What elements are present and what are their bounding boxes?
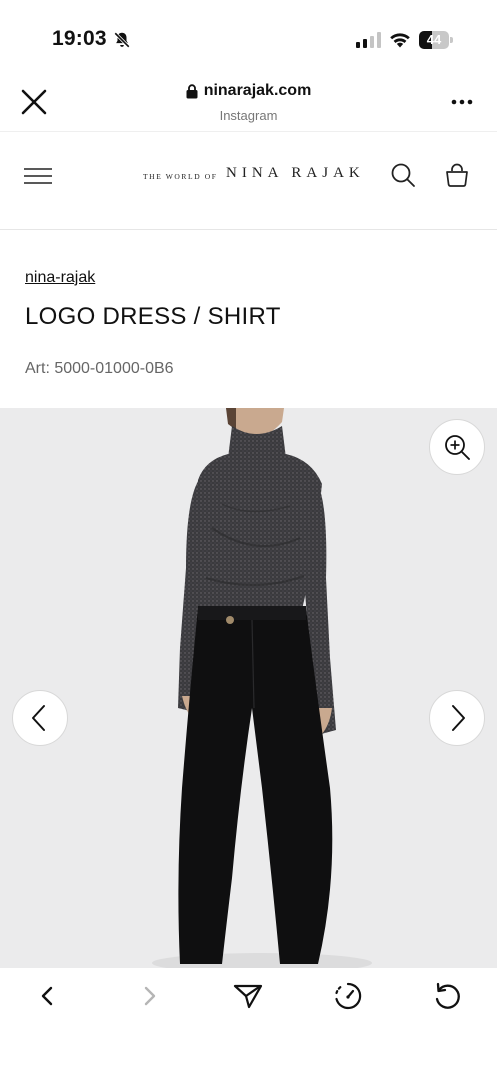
source-label: Instagram [219,107,278,123]
more-button[interactable] [446,92,478,112]
article-number: Art: 5000-01000-0B6 [25,360,174,377]
search-button[interactable] [390,162,416,188]
speed-icon [335,982,362,1010]
brand-logo[interactable]: NINA RAJAK [226,165,365,182]
product-photo [152,408,372,968]
bag-icon [446,163,468,187]
next-image-button[interactable] [429,690,485,746]
lock-icon [186,83,198,98]
forward-button[interactable] [129,980,169,1012]
back-icon [41,986,53,1006]
status-time: 19:03 [52,27,107,50]
site-header: THE WORLD OF NINA RAJAK [0,132,497,230]
battery-level: 44 [426,32,442,47]
reload-button[interactable] [427,980,467,1012]
brand-prefix[interactable]: THE WORLD OF [143,172,217,181]
zoom-button[interactable] [429,419,485,475]
close-button[interactable] [18,86,50,118]
zoom-in-icon [445,435,470,460]
status-bar: 19:03 44 [0,0,497,70]
wifi-icon [390,33,410,48]
url-text: ninarajak.com [203,82,312,99]
menu-icon [24,168,52,184]
search-icon [391,163,415,187]
product-gallery[interactable] [0,408,497,968]
bell-slash-icon [114,32,130,48]
cellular-signal-icon [356,32,381,48]
battery-icon: 44 [419,31,453,49]
chevron-right-icon [452,705,465,731]
page: 19:03 44 ninarajak.com Instagram THE WOR… [0,0,497,1080]
in-app-browser-bar: ninarajak.com Instagram [0,70,497,132]
share-icon [233,984,263,1009]
more-icon [451,99,473,105]
bag-button[interactable] [444,162,470,188]
menu-button[interactable] [24,166,54,186]
browser-toolbar [0,968,497,1080]
brand-link[interactable]: nina-rajak [25,269,95,287]
forward-icon [144,986,156,1006]
speed-button[interactable] [328,980,368,1012]
url-display[interactable]: ninarajak.com Instagram [120,82,377,123]
reload-icon [435,982,460,1009]
share-button[interactable] [228,980,268,1012]
chevron-left-icon [32,705,45,731]
back-button[interactable] [28,980,68,1012]
close-icon [21,89,47,115]
previous-image-button[interactable] [12,690,68,746]
product-title: LOGO DRESS / SHIRT [25,303,281,330]
